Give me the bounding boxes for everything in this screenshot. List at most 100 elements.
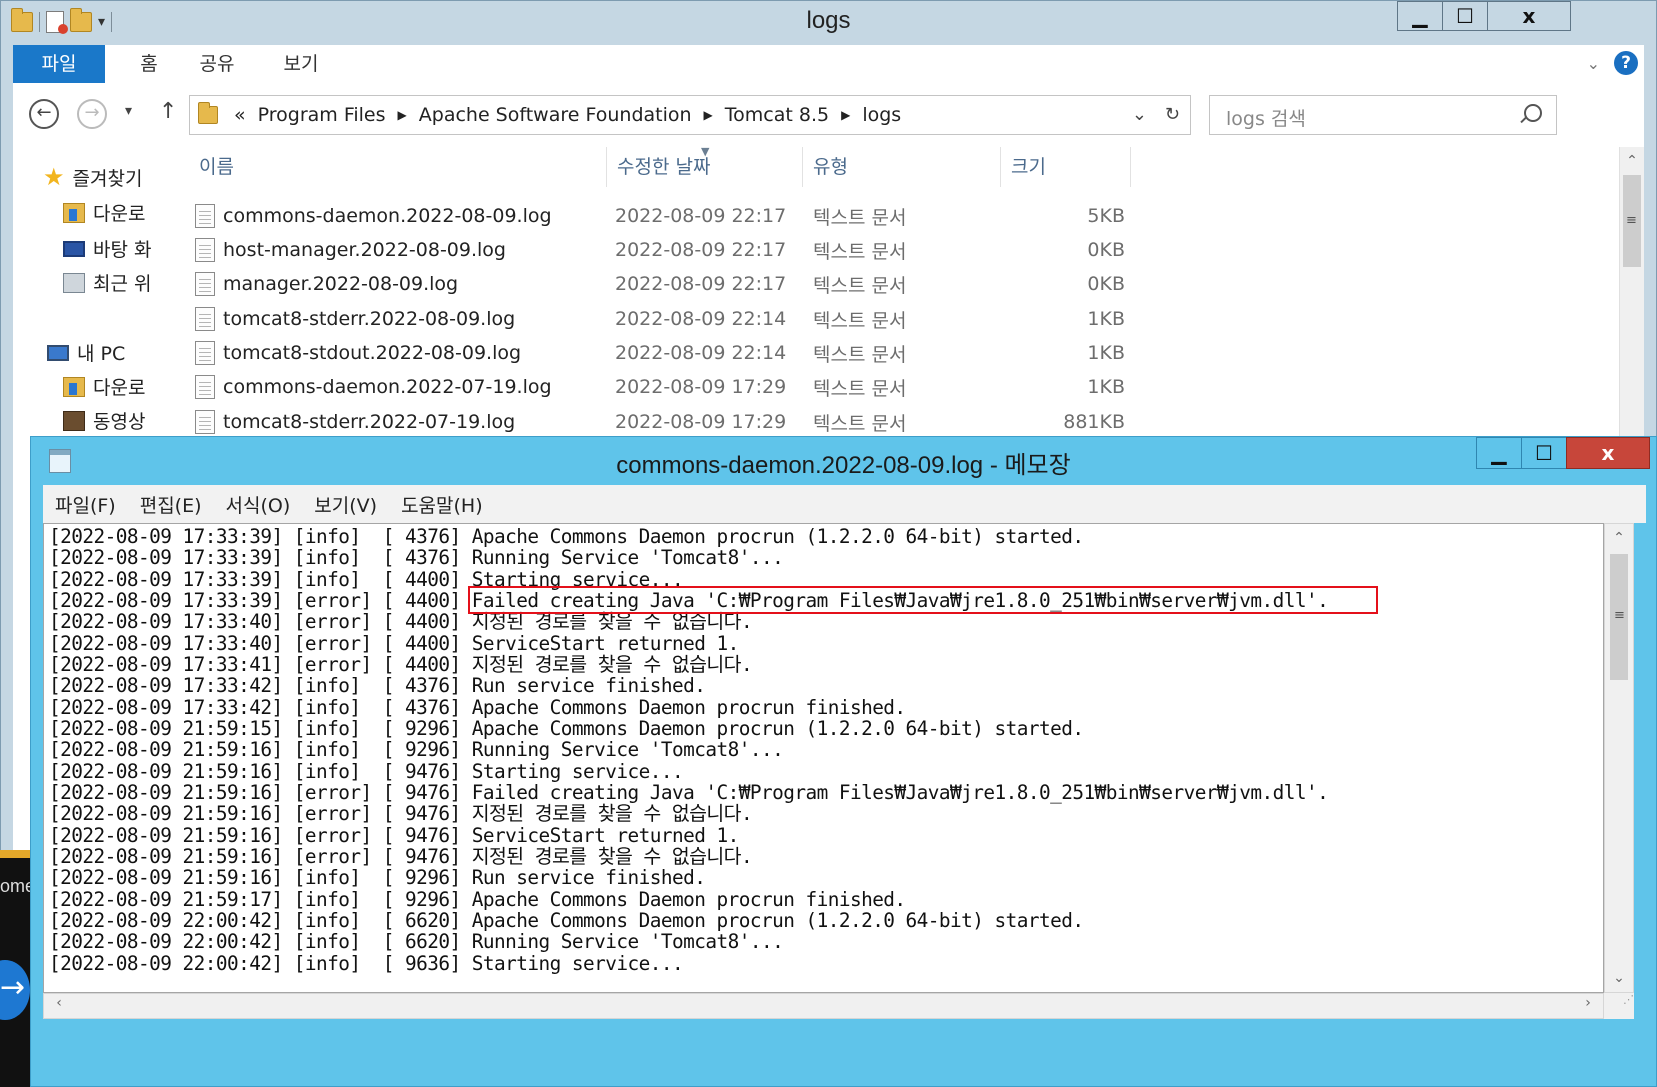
log-line: [2022-08-09 22:00:42] [info] [ 9636] Sta… [49, 951, 684, 975]
recent-places-icon [63, 272, 85, 293]
navigation-bar: ← → ▾ ↑ « Program Files ▶ Apache Softwar… [13, 85, 1644, 147]
file-type: 텍스트 문서 [813, 274, 907, 297]
text-file-icon [195, 307, 215, 331]
breadcrumb-logs[interactable]: logs [862, 104, 901, 126]
menu-file[interactable]: 파일(F) [43, 491, 128, 518]
scrollbar-grip-icon: ≡ [1626, 213, 1637, 228]
file-date: 2022-08-09 22:14 [615, 342, 787, 364]
help-icon[interactable]: ? [1614, 51, 1638, 75]
log-line: [2022-08-09 17:33:40] [error] [ 4400] Se… [49, 631, 739, 655]
forward-arrow-icon[interactable]: → [77, 99, 107, 129]
scroll-up-chevron-icon[interactable]: ⌃ [1607, 526, 1631, 550]
up-arrow-icon[interactable]: ↑ [159, 99, 177, 124]
address-overflow-icon[interactable]: « [234, 104, 246, 126]
column-header-name[interactable]: 이름 [189, 147, 607, 187]
background-accent [0, 850, 30, 858]
file-size: 1KB [1087, 342, 1125, 364]
scrollbar-grip-icon: ≡ [1614, 608, 1625, 623]
minimize-button[interactable]: ▁ [1476, 437, 1522, 469]
nav-item-downloads[interactable]: 다운로 [63, 199, 145, 226]
file-type: 텍스트 문서 [813, 412, 907, 435]
log-line: [2022-08-09 17:33:42] [info] [ 4376] Apa… [49, 695, 906, 719]
ribbon-tabs: 파일 홈 공유 보기 ⌄ ? [13, 45, 1644, 86]
breadcrumb-program-files[interactable]: Program Files [258, 104, 386, 126]
file-row[interactable]: tomcat8-stderr.2022-07-19.log 2022-08-09… [189, 405, 1125, 439]
file-type: 텍스트 문서 [813, 206, 907, 229]
maximize-button[interactable]: ☐ [1521, 437, 1567, 469]
text-file-icon [195, 238, 215, 262]
close-button[interactable]: x [1487, 1, 1571, 31]
nav-item-desktop[interactable]: 바탕 화 [63, 235, 151, 262]
file-date: 2022-08-09 22:17 [615, 205, 787, 227]
file-row[interactable]: manager.2022-08-09.log 2022-08-09 22:17 … [189, 267, 1125, 301]
column-header-type[interactable]: 유형 [803, 147, 1001, 187]
videos-icon [63, 410, 85, 431]
breadcrumb-separator-icon[interactable]: ▶ [398, 108, 407, 122]
search-box[interactable]: logs 검색 [1209, 95, 1557, 135]
file-name: host-manager.2022-08-09.log [223, 239, 506, 261]
back-arrow-icon[interactable]: ← [29, 99, 59, 129]
expand-ribbon-chevron-down-icon[interactable]: ⌄ [1587, 54, 1600, 73]
minimize-button[interactable]: ▁ [1397, 1, 1443, 31]
column-header-size[interactable]: 크기 [1001, 147, 1131, 187]
breadcrumb-apache[interactable]: Apache Software Foundation [419, 104, 692, 126]
breadcrumb-separator-icon[interactable]: ▶ [841, 108, 850, 122]
tab-share[interactable]: 공유 [193, 45, 241, 83]
close-button[interactable]: x [1566, 437, 1650, 469]
menu-edit[interactable]: 편집(E) [128, 491, 214, 518]
text-file-icon [195, 341, 215, 365]
file-size: 1KB [1087, 376, 1125, 398]
scroll-right-chevron-icon[interactable]: › [1577, 995, 1599, 1011]
tab-view[interactable]: 보기 [277, 45, 325, 83]
nav-item-label: 바탕 화 [93, 239, 152, 261]
menu-format[interactable]: 서식(O) [214, 491, 303, 518]
file-row[interactable]: tomcat8-stdout.2022-08-09.log 2022-08-09… [189, 336, 1125, 370]
tab-file[interactable]: 파일 [13, 45, 105, 83]
refresh-icon[interactable]: ↻ [1165, 104, 1180, 125]
breadcrumb-separator-icon[interactable]: ▶ [704, 108, 713, 122]
tab-home[interactable]: 홈 [125, 45, 173, 83]
maximize-button[interactable]: ☐ [1442, 1, 1488, 31]
file-name: manager.2022-08-09.log [223, 273, 459, 295]
nav-item-this-pc[interactable]: 내 PC [47, 339, 125, 366]
search-icon[interactable] [1524, 104, 1542, 122]
file-size: 5KB [1087, 205, 1125, 227]
explorer-window-controls: ▁ ☐ x [1397, 1, 1571, 31]
text-editor[interactable]: [2022-08-09 17:33:39] [info] [ 4376] Apa… [43, 523, 1604, 993]
file-row[interactable]: commons-daemon.2022-07-19.log 2022-08-09… [189, 370, 1125, 404]
notepad-window: commons-daemon.2022-08-09.log - 메모장 ▁ ☐ … [30, 436, 1657, 1087]
address-bar[interactable]: « Program Files ▶ Apache Software Founda… [189, 95, 1191, 135]
nav-item-label: 다운로 [93, 203, 146, 225]
file-date: 2022-08-09 17:29 [615, 411, 787, 433]
file-row[interactable]: tomcat8-stderr.2022-08-09.log 2022-08-09… [189, 302, 1125, 336]
file-date: 2022-08-09 17:29 [615, 376, 787, 398]
editor-vertical-scrollbar[interactable]: ⌃ ≡ ⌄ [1604, 523, 1634, 993]
nav-item-videos[interactable]: 동영상 [63, 407, 145, 434]
scroll-down-chevron-icon[interactable]: ⌄ [1607, 966, 1631, 990]
editor-horizontal-scrollbar[interactable]: ‹ › [43, 993, 1604, 1019]
breadcrumb-tomcat[interactable]: Tomcat 8.5 [725, 104, 829, 126]
file-row[interactable]: host-manager.2022-08-09.log 2022-08-09 2… [189, 233, 1125, 267]
scroll-up-chevron-icon[interactable]: ⌃ [1620, 149, 1644, 173]
star-icon: ★ [43, 163, 65, 191]
nav-item-downloads-pc[interactable]: 다운로 [63, 373, 145, 400]
log-line: [2022-08-09 22:00:42] [info] [ 6620] Run… [49, 930, 784, 954]
menu-help[interactable]: 도움말(H) [389, 491, 495, 518]
file-size: 0KB [1087, 239, 1125, 261]
recent-locations-chevron-down-icon[interactable]: ▾ [125, 103, 132, 119]
menu-view[interactable]: 보기(V) [302, 491, 389, 518]
nav-item-favorites[interactable]: ★ 즐겨찾기 [43, 163, 142, 191]
file-list-scrollbar[interactable]: ⌃ ≡ [1619, 147, 1644, 437]
log-line: [2022-08-09 21:59:16] [error] [ 9476] Fa… [49, 780, 1329, 804]
resize-grip-icon[interactable]: ⋰ [1604, 993, 1634, 1019]
scroll-left-chevron-icon[interactable]: ‹ [48, 995, 70, 1011]
log-line: [2022-08-09 21:59:16] [info] [ 9296] Run… [49, 738, 784, 762]
file-size: 881KB [1063, 411, 1125, 433]
notepad-title: commons-daemon.2022-08-09.log - 메모장 [616, 452, 1071, 479]
text-file-icon [195, 204, 215, 228]
nav-item-recent-places[interactable]: 최근 위 [63, 269, 151, 296]
log-line: [2022-08-09 21:59:17] [info] [ 9296] Apa… [49, 887, 906, 911]
address-history-chevron-down-icon[interactable]: ⌄ [1132, 104, 1147, 125]
file-type: 텍스트 문서 [813, 240, 907, 263]
file-row[interactable]: commons-daemon.2022-08-09.log 2022-08-09… [189, 199, 1125, 233]
